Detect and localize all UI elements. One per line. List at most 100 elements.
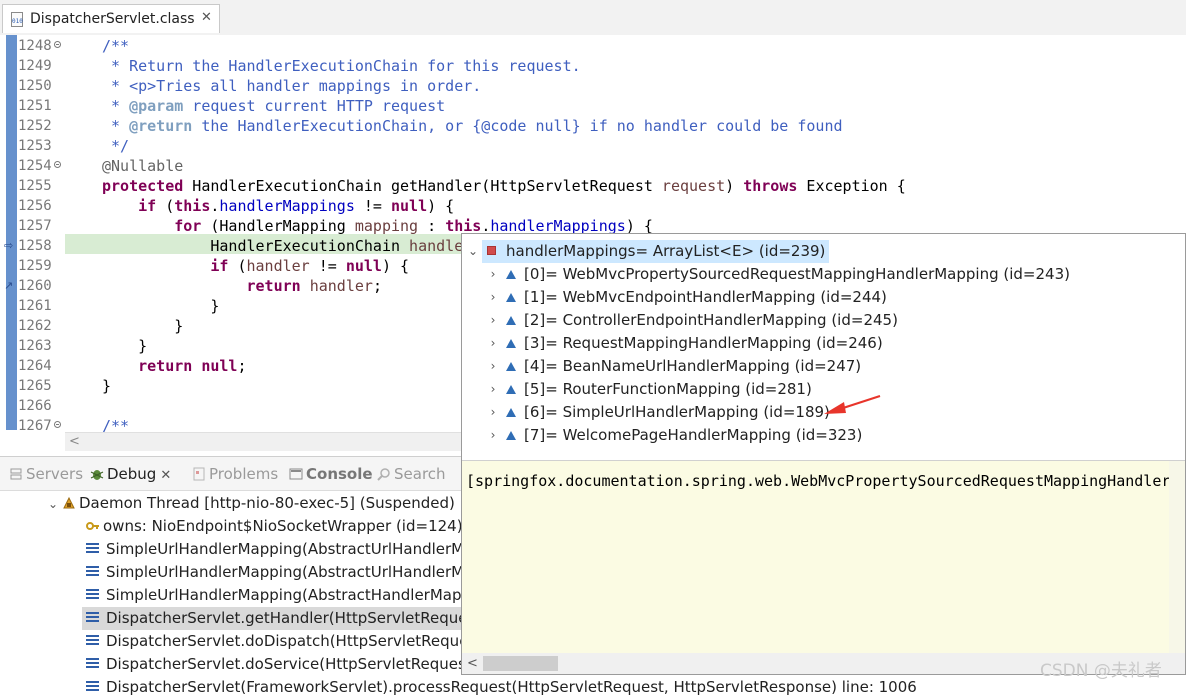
chevron-down-icon[interactable]: ⌄	[466, 240, 480, 263]
code-line: return handler;	[246, 277, 382, 295]
public-field-icon	[506, 316, 516, 325]
stack-frame[interactable]: SimpleUrlHandlerMapping(AbstractUrlHandl…	[86, 561, 464, 584]
code-line: /**	[102, 37, 130, 55]
variable-tree: handlerMappings= ArrayList<E> (id=239) ⌄…	[462, 234, 1185, 460]
stack-frame-icon	[86, 566, 99, 577]
code-line-current: HandlerExecutionChain handle	[102, 237, 464, 255]
popup-divider	[462, 460, 1185, 461]
console-icon	[289, 468, 303, 480]
problems-icon	[193, 467, 205, 481]
thread-row[interactable]: ⌄ Daemon Thread [http-nio-80-exec-5] (Sus…	[48, 492, 455, 515]
line-number: 1255	[18, 178, 52, 194]
editor-horizontal-scrollbar[interactable]: <	[65, 432, 462, 451]
chevron-right-icon[interactable]: ›	[486, 286, 500, 309]
code-line: if (this.handlerMappings != null) {	[138, 197, 455, 215]
editor-tab-dispatcherservlet[interactable]: 010 DispatcherServlet.class ✕	[2, 4, 220, 33]
watermark: CSDN @夫礼者	[1040, 661, 1162, 681]
stack-frame[interactable]: SimpleUrlHandlerMapping(AbstractUrlHandl…	[86, 538, 464, 561]
code-line: }	[102, 337, 148, 355]
search-icon	[377, 468, 390, 481]
public-field-icon	[506, 362, 516, 371]
code-line: }	[102, 377, 112, 395]
tab-search[interactable]: Search	[377, 463, 446, 485]
chevron-right-icon[interactable]: ›	[486, 355, 500, 378]
breakpoint-marker-icon[interactable]: ↗	[4, 280, 16, 292]
line-number: 1252	[18, 118, 52, 134]
list-item[interactable]: [3]= RequestMappingHandlerMapping (id=24…	[506, 332, 883, 355]
line-number: 1253	[18, 138, 52, 154]
line-number: 1251	[18, 98, 52, 114]
tab-console[interactable]: Console	[289, 463, 373, 485]
public-field-icon	[506, 385, 516, 394]
code-line: return null;	[138, 357, 247, 375]
code-line: * <p>Tries all handler mappings in order…	[102, 77, 482, 95]
public-field-icon	[506, 339, 516, 348]
list-item[interactable]: [4]= BeanNameUrlHandlerMapping (id=247)	[506, 355, 861, 378]
detail-pane-text[interactable]: [springfox.documentation.spring.web.WebM…	[466, 472, 1181, 490]
editor-tab-bar: 010 DispatcherServlet.class ✕	[0, 0, 1186, 36]
line-number: 1264	[18, 358, 52, 374]
list-item[interactable]: [7]= WelcomePageHandlerMapping (id=323)	[506, 424, 862, 447]
code-line: }	[102, 317, 184, 335]
scroll-left-icon[interactable]: <	[69, 433, 80, 451]
stack-frame-icon	[86, 543, 99, 554]
tab-problems[interactable]: Problems	[192, 463, 278, 485]
variable-inspect-popup[interactable]: handlerMappings= ArrayList<E> (id=239) ⌄…	[461, 233, 1186, 675]
line-number: 1249	[18, 58, 52, 74]
line-number: 1258	[18, 238, 52, 254]
stack-frame[interactable]: DispatcherServlet(FrameworkServlet).proc…	[86, 676, 917, 699]
list-item[interactable]: [2]= ControllerEndpointHandlerMapping (i…	[506, 309, 898, 332]
line-number: 1256	[18, 198, 52, 214]
chevron-right-icon[interactable]: ›	[486, 263, 500, 286]
monitor-row[interactable]: owns: NioEndpoint$NioSocketWrapper (id=1…	[86, 515, 463, 538]
vertical-ruler	[6, 35, 17, 430]
line-number: 1257	[18, 218, 52, 234]
stack-frame-selected[interactable]: DispatcherServlet.getHandler(HttpServlet…	[82, 607, 475, 630]
line-number: 1261	[18, 298, 52, 314]
close-icon[interactable]: ✕	[160, 468, 171, 483]
chevron-right-icon[interactable]: ›	[486, 401, 500, 424]
detail-vertical-scrollbar[interactable]	[1169, 461, 1185, 653]
variable-root-row[interactable]: handlerMappings= ArrayList<E> (id=239)	[482, 240, 830, 263]
tab-debug[interactable]: Debug ✕	[90, 463, 171, 485]
list-item[interactable]: [1]= WebMvcEndpointHandlerMapping (id=24…	[506, 286, 887, 309]
instruction-pointer-icon: ⇨	[4, 239, 14, 252]
public-field-icon	[506, 431, 516, 440]
stack-frame[interactable]: SimpleUrlHandlerMapping(AbstractHandlerM…	[86, 584, 471, 607]
stack-frame-icon	[86, 589, 99, 600]
class-file-icon: 010	[11, 12, 23, 27]
close-icon[interactable]: ✕	[201, 10, 212, 25]
stack-frame[interactable]: DispatcherServlet.doService(HttpServletR…	[86, 653, 472, 676]
tab-servers[interactable]: Servers	[9, 463, 83, 485]
stack-frame-icon	[86, 612, 99, 623]
editor-tab-title: DispatcherServlet.class	[30, 11, 195, 27]
list-item[interactable]: [0]= WebMvcPropertySourcedRequestMapping…	[506, 263, 1070, 286]
line-number: 1262	[18, 318, 52, 334]
stack-frame-icon	[86, 658, 99, 669]
fold-toggle-icon[interactable]	[54, 161, 61, 168]
chevron-right-icon[interactable]: ›	[486, 378, 500, 401]
chevron-right-icon[interactable]: ›	[486, 332, 500, 355]
scrollbar-thumb[interactable]	[483, 656, 558, 671]
chevron-down-icon[interactable]: ⌄	[48, 493, 62, 516]
stack-frame[interactable]: DispatcherServlet.doDispatch(HttpServlet…	[86, 630, 476, 653]
line-number: 1250	[18, 78, 52, 94]
list-item[interactable]: [5]= RouterFunctionMapping (id=281)	[506, 378, 812, 401]
code-line: * @param request current HTTP request	[102, 97, 446, 115]
chevron-right-icon[interactable]: ›	[486, 309, 500, 332]
key-icon	[86, 522, 99, 530]
fold-toggle-icon[interactable]	[54, 421, 61, 428]
line-number: 1263	[18, 338, 52, 354]
fold-toggle-icon[interactable]	[54, 41, 61, 48]
code-line: protected HandlerExecutionChain getHandl…	[102, 177, 906, 195]
public-field-icon	[506, 270, 516, 279]
public-field-icon	[506, 293, 516, 302]
chevron-right-icon[interactable]: ›	[486, 424, 500, 447]
code-line: if (handler != null) {	[210, 257, 410, 275]
private-field-icon	[487, 246, 496, 255]
code-line: @Nullable	[102, 157, 184, 175]
list-item[interactable]: [6]= SimpleUrlHandlerMapping (id=189)	[506, 401, 830, 424]
scroll-left-icon[interactable]: <	[467, 653, 478, 674]
code-line: * @return the HandlerExecutionChain, or …	[102, 117, 843, 135]
line-number: 1266	[18, 398, 52, 414]
